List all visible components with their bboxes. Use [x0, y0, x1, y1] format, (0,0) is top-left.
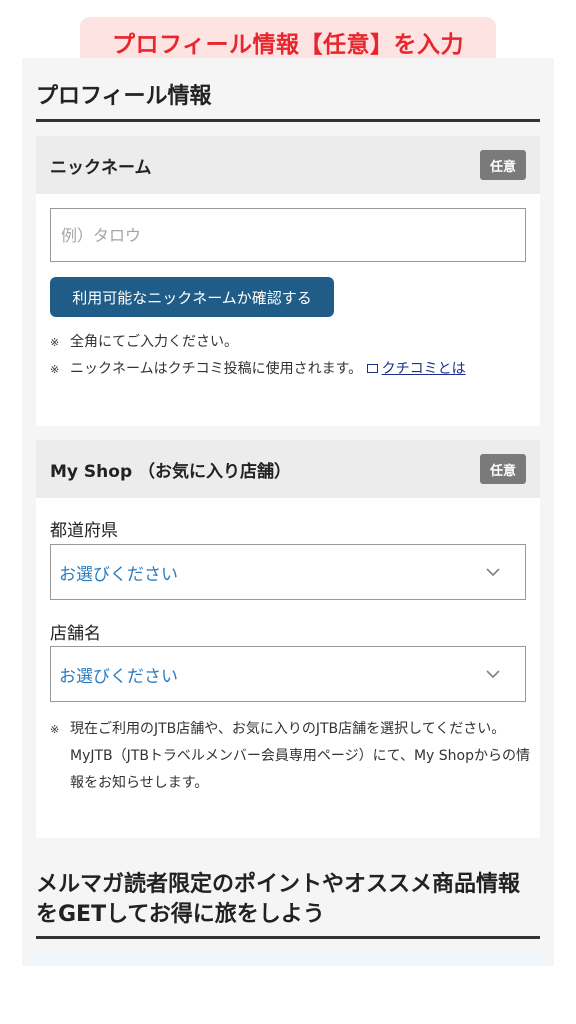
newsletter-box [36, 954, 540, 966]
profile-form-panel: プロフィール情報 ニックネーム 任意 利用可能なニックネームか確認する ※ 全角… [22, 58, 554, 966]
store-label: 店舗名 [50, 624, 101, 644]
check-nickname-button[interactable]: 利用可能なニックネームか確認する [50, 277, 334, 317]
myshop-header: My Shop （お気に入り店舗） 任意 [36, 440, 540, 498]
section-divider [36, 119, 540, 122]
myshop-header-label: My Shop （お気に入り店舗） [50, 461, 292, 482]
optional-badge: 任意 [480, 150, 526, 180]
note-text: 現在ご利用のJTB店舗や、お気に入りのJTB店舗を選択してください。 [70, 721, 506, 737]
section-title: プロフィール情報 [36, 84, 212, 109]
prefecture-label: 都道府県 [50, 521, 118, 541]
chevron-down-icon [486, 670, 500, 679]
store-select[interactable]: お選びください [50, 646, 526, 702]
newsletter-title: メルマガ読者限定のポイントやオススメ商品情報をGETしてお得に旅をしよう [36, 872, 521, 927]
note-text: 全角にてご入力ください。 [70, 334, 238, 350]
nickname-note-2: ※ ニックネームはクチコミ投稿に使用されます。 クチコミとは [50, 356, 530, 383]
myshop-note: ※ 現在ご利用のJTB店舗や、お気に入りのJTB店舗を選択してください。 MyJ… [50, 716, 530, 797]
note-text: ニックネームはクチコミ投稿に使用されます。 [70, 361, 363, 377]
review-info-link[interactable]: クチコミとは [382, 361, 466, 377]
nickname-header-label: ニックネーム [50, 157, 152, 178]
external-link-icon [366, 364, 378, 373]
store-selected-value: お選びください [59, 666, 178, 687]
note-mark: ※ [50, 336, 60, 349]
section-divider [36, 936, 540, 939]
nickname-card: ニックネーム 任意 利用可能なニックネームか確認する ※ 全角にてご入力ください… [36, 136, 540, 426]
prefecture-selected-value: お選びください [59, 564, 178, 585]
note-text: MyJTB（JTBトラベルメンバー会員専用ページ）にて、My Shopからの情報… [70, 748, 530, 791]
note-mark: ※ [50, 363, 60, 376]
nickname-input[interactable] [50, 208, 526, 262]
optional-badge: 任意 [480, 454, 526, 484]
note-mark: ※ [50, 723, 60, 736]
prefecture-select[interactable]: お選びください [50, 544, 526, 600]
myshop-card: My Shop （お気に入り店舗） 任意 都道府県 お選びください 店舗名 お選… [36, 440, 540, 838]
nickname-header: ニックネーム 任意 [36, 136, 540, 194]
chevron-down-icon [486, 568, 500, 577]
nickname-note-1: ※ 全角にてご入力ください。 [50, 329, 530, 356]
